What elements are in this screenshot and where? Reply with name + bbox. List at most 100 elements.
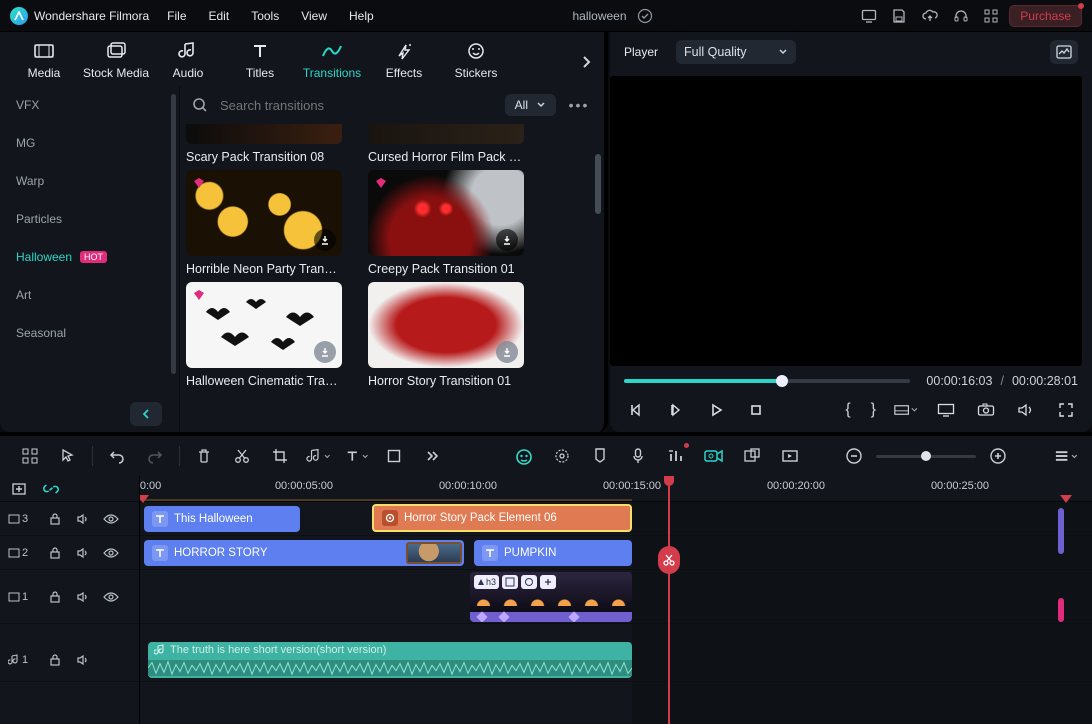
save-icon[interactable]	[891, 8, 907, 24]
transition-card[interactable]: Creepy Pack Transition 01	[368, 170, 524, 276]
fullscreen-button[interactable]	[1054, 398, 1078, 422]
playhead[interactable]	[668, 476, 670, 724]
quick-split-button[interactable]	[658, 546, 680, 574]
tab-audio[interactable]: Audio	[152, 40, 224, 86]
gear-button[interactable]	[550, 444, 574, 468]
sidebar-item-mg[interactable]: MG	[0, 124, 179, 162]
marker-button[interactable]	[588, 444, 612, 468]
track-header-t3[interactable]: 3	[0, 502, 139, 536]
purchase-button[interactable]: Purchase	[1009, 5, 1082, 27]
export-frame-button[interactable]	[778, 444, 802, 468]
step-back-button[interactable]	[664, 398, 688, 422]
link-toggle[interactable]	[42, 480, 60, 498]
redo-button[interactable]	[143, 444, 167, 468]
prev-frame-button[interactable]	[624, 398, 648, 422]
mute-icon[interactable]	[74, 544, 92, 562]
display-button[interactable]	[934, 398, 958, 422]
mute-icon[interactable]	[74, 510, 92, 528]
keyframe-tool[interactable]	[382, 444, 406, 468]
lock-icon[interactable]	[46, 510, 64, 528]
pointer-tool[interactable]	[56, 444, 80, 468]
mute-icon[interactable]	[74, 588, 92, 606]
zoom-slider[interactable]	[876, 455, 976, 458]
compare-view-button[interactable]	[1050, 40, 1078, 64]
timeline-tracks[interactable]: :00:00 00:00:05:00 00:00:10:00 00:00:15:…	[140, 476, 1092, 724]
menu-help[interactable]: Help	[349, 9, 374, 23]
menu-file[interactable]: File	[167, 9, 186, 23]
transition-card[interactable]: Halloween Cinematic Transit...	[186, 282, 342, 388]
ai-robot-button[interactable]	[512, 444, 536, 468]
sidebar-item-warp[interactable]: Warp	[0, 162, 179, 200]
timeline-ruler[interactable]: :00:00 00:00:05:00 00:00:10:00 00:00:15:…	[140, 476, 1092, 502]
sidebar-item-art[interactable]: Art	[0, 276, 179, 314]
tab-stickers[interactable]: Stickers	[440, 40, 512, 86]
menu-edit[interactable]: Edit	[209, 9, 230, 23]
snapshot-button[interactable]	[974, 398, 998, 422]
zoom-out-button[interactable]	[842, 444, 866, 468]
text-tool[interactable]	[344, 444, 368, 468]
preview-video[interactable]	[610, 76, 1082, 366]
more-tools[interactable]	[420, 444, 444, 468]
track-header-t1[interactable]: 1	[0, 570, 139, 624]
play-button[interactable]	[704, 398, 728, 422]
track-header-t2[interactable]: 2	[0, 536, 139, 570]
render-button[interactable]	[740, 444, 764, 468]
preview-seek-bar[interactable]	[624, 379, 910, 383]
video-track-1[interactable]: h3	[140, 570, 1092, 624]
clip-this-halloween[interactable]: This Halloween	[144, 506, 300, 532]
lock-icon[interactable]	[46, 544, 64, 562]
visibility-icon[interactable]	[102, 588, 120, 606]
mark-in-button[interactable]: {	[843, 401, 852, 419]
video-track-2[interactable]: HORROR STORY PUMPKIN	[140, 536, 1092, 570]
clip-horror-story-element[interactable]: Horror Story Pack Element 06	[372, 504, 632, 532]
volume-button[interactable]	[1014, 398, 1038, 422]
apps-grid-icon[interactable]	[983, 8, 999, 24]
cinema-button[interactable]	[702, 444, 726, 468]
transition-card[interactable]: Horrible Neon Party Transiti...	[186, 170, 342, 276]
cloud-icon[interactable]	[921, 8, 939, 24]
sidebar-scrollbar[interactable]	[171, 94, 176, 374]
tab-effects[interactable]: Effects	[368, 40, 440, 86]
tab-stock-media[interactable]: Stock Media	[80, 40, 152, 86]
tab-media[interactable]: Media	[8, 40, 80, 86]
add-track-tool[interactable]	[18, 444, 42, 468]
transition-card[interactable]: Horror Story Transition 01	[368, 282, 524, 388]
sidebar-item-particles[interactable]: Particles	[0, 200, 179, 238]
zoom-in-button[interactable]	[986, 444, 1010, 468]
quality-dropdown[interactable]: Full Quality	[676, 40, 796, 64]
track-size-button[interactable]	[1054, 444, 1078, 468]
sidebar-item-halloween[interactable]: Halloween HOT	[0, 238, 179, 276]
add-track-button[interactable]	[10, 480, 28, 498]
clip-media[interactable]: h3	[470, 572, 632, 622]
menu-tools[interactable]: Tools	[251, 9, 279, 23]
download-icon[interactable]	[496, 229, 518, 251]
visibility-icon[interactable]	[102, 510, 120, 528]
transition-card[interactable]: Cursed Horror Film Pack Tra...	[368, 124, 524, 164]
mute-icon[interactable]	[74, 651, 92, 669]
audio-track-1[interactable]: The truth is here short version(short ve…	[140, 638, 1092, 682]
sidebar-item-seasonal[interactable]: Seasonal	[0, 314, 179, 352]
zoom-handle[interactable]	[921, 451, 931, 461]
sidebar-collapse-button[interactable]	[130, 402, 162, 426]
visibility-icon[interactable]	[102, 544, 120, 562]
lock-icon[interactable]	[46, 588, 64, 606]
tabs-scroll-right[interactable]	[576, 38, 596, 86]
speed-button[interactable]	[306, 444, 330, 468]
lock-icon[interactable]	[46, 651, 64, 669]
grid-scrollbar[interactable]	[595, 154, 601, 214]
video-track-3[interactable]: This Halloween Horror Story Pack Element…	[140, 502, 1092, 536]
voiceover-button[interactable]	[626, 444, 650, 468]
ratio-button[interactable]	[894, 398, 918, 422]
sidebar-item-vfx[interactable]: VFX	[0, 86, 179, 124]
search-input[interactable]	[218, 97, 495, 114]
crop-button[interactable]	[268, 444, 292, 468]
filter-all-dropdown[interactable]: All	[505, 94, 556, 116]
undo-button[interactable]	[105, 444, 129, 468]
transition-card[interactable]: Scary Pack Transition 08	[186, 124, 342, 164]
delete-button[interactable]	[192, 444, 216, 468]
more-options-icon[interactable]: •••	[566, 97, 592, 113]
monitor-icon[interactable]	[861, 8, 877, 24]
stop-button[interactable]	[744, 398, 768, 422]
download-icon[interactable]	[314, 229, 336, 251]
track-header-a1[interactable]: 1	[0, 638, 139, 682]
